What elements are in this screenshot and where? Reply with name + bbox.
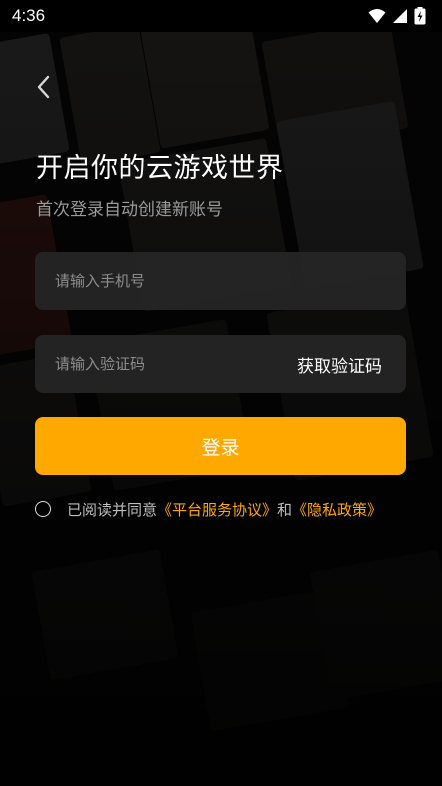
code-field[interactable]: 获取验证码	[35, 335, 406, 393]
verification-code-input[interactable]	[53, 354, 297, 374]
chevron-left-icon	[37, 75, 50, 99]
agreement-and: 和	[277, 500, 293, 519]
agreement-row: 已阅读并同意 《平台服务协议》 和 《隐私政策》	[35, 497, 382, 521]
battery-charging-icon	[414, 7, 426, 25]
phone-field[interactable]	[35, 252, 406, 310]
login-button[interactable]: 登录	[35, 417, 406, 475]
wifi-icon	[368, 9, 386, 23]
privacy-link[interactable]: 《隐私政策》	[292, 499, 382, 520]
page-subtitle: 首次登录自动创建新账号	[36, 200, 223, 220]
back-button[interactable]	[30, 72, 56, 102]
status-bar: 4:36	[0, 0, 442, 32]
phone-input[interactable]	[53, 271, 388, 291]
page-title: 开启你的云游戏世界	[36, 153, 284, 184]
terms-link[interactable]: 《平台服务协议》	[157, 499, 277, 520]
signal-icon	[393, 9, 407, 23]
agreement-checkbox[interactable]	[35, 501, 51, 517]
get-code-button[interactable]: 获取验证码	[297, 352, 382, 377]
background-collage	[0, 0, 442, 786]
agreement-prefix: 已阅读并同意	[67, 500, 158, 519]
status-time: 4:36	[12, 6, 46, 25]
